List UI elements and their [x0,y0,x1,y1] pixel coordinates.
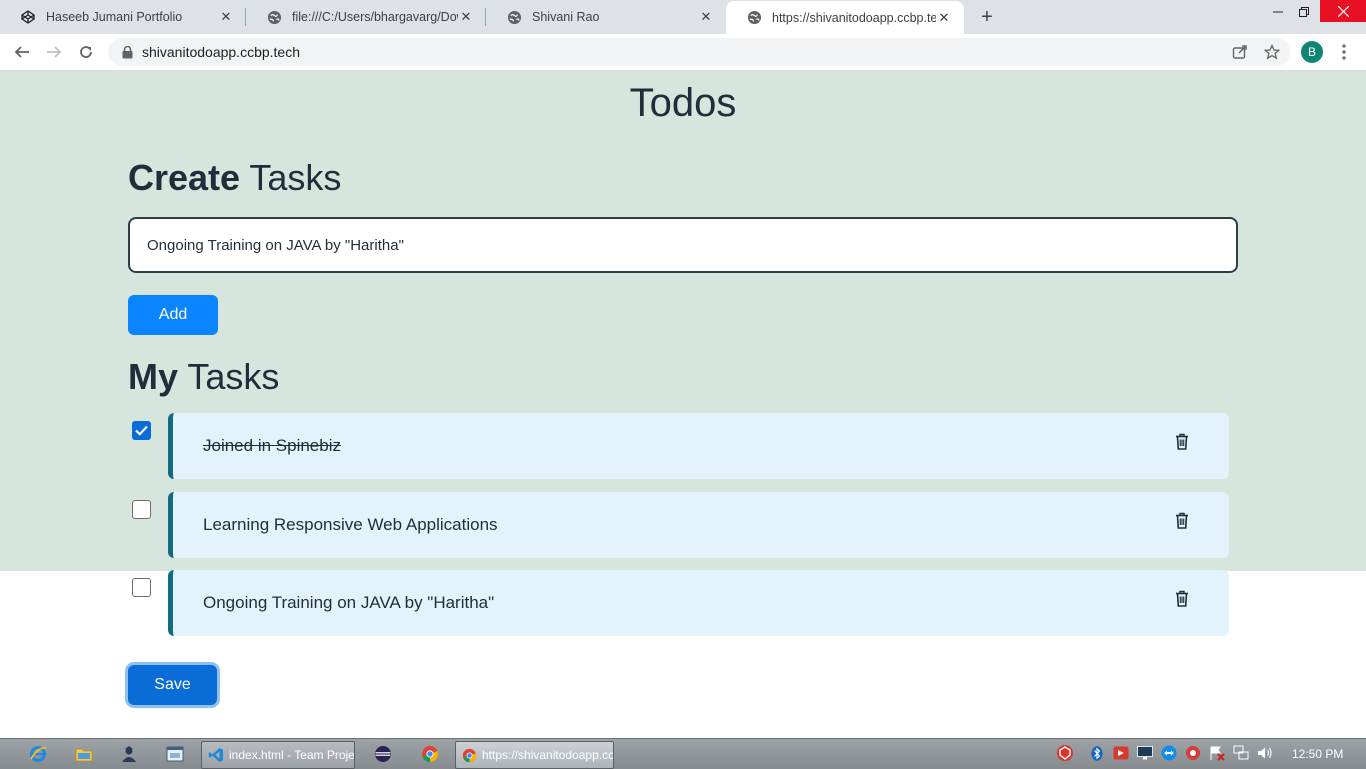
bluetooth-icon[interactable] [1089,745,1105,761]
heading-rest: Tasks [178,356,280,397]
task-card: Ongoing Training on JAVA by "Haritha" [168,570,1229,636]
media-icon[interactable] [1113,745,1129,761]
tab-title: Haseeb Jumani Portfolio [46,10,183,24]
more-menu-icon[interactable] [1337,41,1351,63]
task-checkbox[interactable] [132,578,151,597]
page-content: Todos Create Tasks Add My Tasks Joined i… [0,71,1366,738]
globe-icon [266,9,282,25]
forward-arrow-icon[interactable] [42,40,66,64]
internet-explorer-icon[interactable] [28,744,48,764]
taskbar-app-label: https://shivanitodoapp.ccbp.tech - Googl… [482,748,613,762]
vscode-icon [208,747,224,763]
heading-rest: Tasks [240,157,342,198]
eclipse-icon[interactable] [373,744,393,764]
heading-bold: Create [128,157,241,198]
create-tasks-heading: Create Tasks [128,157,341,199]
task-input[interactable] [145,235,1229,255]
network-flag-icon[interactable] [1209,745,1225,761]
close-icon[interactable]: ✕ [698,9,714,25]
task-label[interactable]: Ongoing Training on JAVA by "Haritha" [203,570,494,636]
tab-shivani-rao[interactable]: Shivani Rao ✕ [486,0,726,34]
trash-icon[interactable] [1173,510,1191,530]
codepen-icon [20,9,36,25]
close-icon[interactable]: ✕ [458,9,474,25]
url-text: shivanitodoapp.ccbp.tech [142,44,300,60]
save-button[interactable]: Save [128,665,217,705]
my-tasks-heading: My Tasks [128,356,279,398]
reload-icon[interactable] [74,40,98,64]
tab-file-downloads[interactable]: file:///C:/Users/bhargavarg/Downloads ✕ [246,0,486,34]
heading-bold: My [128,356,179,397]
tab-title: Shivani Rao [532,10,600,24]
address-bar[interactable]: shivanitodoapp.ccbp.tech [108,38,1290,66]
task-item: Joined in Spinebiz [132,413,1232,479]
tab-todo-app[interactable]: https://shivanitodoapp.ccbp.tech ✕ [726,1,964,34]
add-button[interactable]: Add [128,295,218,335]
trash-icon[interactable] [1173,431,1191,451]
back-arrow-icon[interactable] [10,40,34,64]
trash-icon[interactable] [1173,588,1191,608]
lock-icon [120,45,134,59]
window-close-icon[interactable] [1320,0,1366,22]
volume-icon[interactable] [1257,745,1273,761]
share-icon[interactable] [1230,42,1250,62]
close-icon[interactable]: ✕ [936,10,952,26]
taskbar-app-label: index.html - Team Project - Visual Studi… [229,748,354,762]
app-status-icon[interactable] [1185,745,1201,761]
task-checkbox[interactable] [132,421,151,440]
new-tab-button[interactable]: + [976,6,998,28]
task-item: Learning Responsive Web Applications [132,492,1232,558]
tab-title: file:///C:/Users/bhargavarg/Downloads [292,10,458,24]
page-title: Todos [629,81,737,125]
tab-title: https://shivanitodoapp.ccbp.tech [772,10,936,25]
file-explorer-icon[interactable] [74,744,94,764]
task-checkbox[interactable] [132,500,151,519]
network-icon[interactable] [1233,745,1249,761]
app-window-icon[interactable] [165,744,185,764]
taskbar-app-vscode[interactable]: index.html - Team Project - Visual Studi… [201,741,355,769]
user-icon[interactable] [119,744,139,764]
tab-haseeb-portfolio[interactable]: Haseeb Jumani Portfolio ✕ [0,0,246,34]
globe-icon [746,10,762,26]
profile-avatar[interactable]: B [1301,41,1323,63]
security-shield-icon[interactable] [1056,744,1074,762]
os-taskbar: index.html - Team Project - Visual Studi… [0,738,1366,769]
teamviewer-icon[interactable] [1161,745,1177,761]
task-label[interactable]: Joined in Spinebiz [203,413,341,479]
bookmark-star-icon[interactable] [1262,42,1282,62]
system-clock[interactable]: 12:50 PM [1292,739,1343,769]
globe-icon [506,9,522,25]
task-card: Joined in Spinebiz [168,413,1229,479]
task-label[interactable]: Learning Responsive Web Applications [203,492,498,558]
chrome-icon[interactable] [420,744,440,764]
task-card: Learning Responsive Web Applications [168,492,1229,558]
task-input-box[interactable] [128,217,1238,273]
task-item: Ongoing Training on JAVA by "Haritha" [132,570,1232,636]
close-icon[interactable]: ✕ [218,9,234,25]
taskbar-app-chrome[interactable]: https://shivanitodoapp.ccbp.tech - Googl… [455,741,614,769]
browser-toolbar: shivanitodoapp.ccbp.tech [0,34,1366,71]
chrome-icon [462,747,477,763]
browser-tab-strip: Haseeb Jumani Portfolio ✕ file:///C:/Use… [0,0,1366,34]
monitor-icon[interactable] [1137,745,1153,761]
